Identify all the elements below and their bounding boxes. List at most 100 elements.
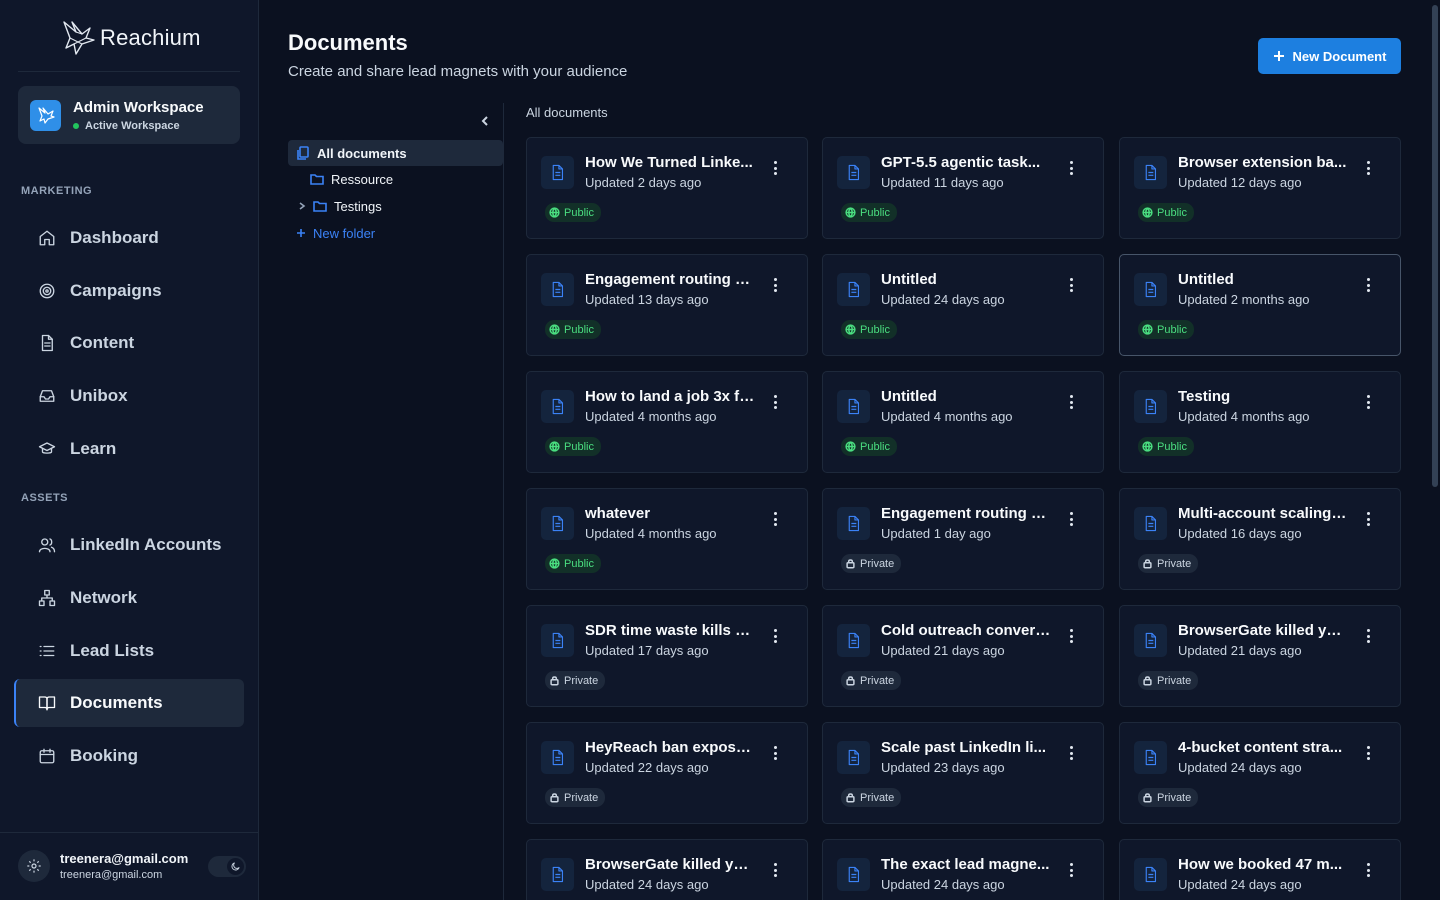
sidebar-item-content[interactable]: Content bbox=[14, 319, 244, 367]
document-card[interactable]: Untitled Updated 4 months ago Public bbox=[822, 371, 1104, 473]
sidebar-item-lead-lists[interactable]: Lead Lists bbox=[14, 627, 244, 675]
document-title: Testing bbox=[1178, 388, 1231, 405]
sidebar-item-unibox[interactable]: Unibox bbox=[14, 372, 244, 420]
document-title: How we booked 47 m... bbox=[1178, 856, 1343, 873]
visibility-badge: Private bbox=[1138, 671, 1199, 690]
visibility-badge: Private bbox=[1138, 788, 1199, 807]
more-options-icon[interactable] bbox=[1063, 159, 1079, 177]
more-options-icon[interactable] bbox=[767, 510, 783, 528]
document-card[interactable]: How we booked 47 m... Updated 24 days ag… bbox=[1119, 839, 1401, 900]
document-card[interactable]: HeyReach ban expose... Updated 22 days a… bbox=[526, 722, 808, 824]
document-icon-wrap bbox=[541, 273, 574, 306]
more-options-icon[interactable] bbox=[1360, 159, 1376, 177]
more-options-icon[interactable] bbox=[767, 393, 783, 411]
sidebar-item-label: LinkedIn Accounts bbox=[70, 535, 222, 554]
sidebar-item-dashboard[interactable]: Dashboard bbox=[14, 214, 244, 262]
more-options-icon[interactable] bbox=[1360, 744, 1376, 762]
more-options-icon[interactable] bbox=[1063, 276, 1079, 294]
more-options-icon[interactable] bbox=[1360, 276, 1376, 294]
document-card[interactable]: Browser extension ba... Updated 12 days … bbox=[1119, 137, 1401, 239]
document-icon bbox=[552, 749, 564, 766]
document-card[interactable]: Multi-account scaling ... Updated 16 day… bbox=[1119, 488, 1401, 590]
workspace-status-text: Active Workspace bbox=[85, 119, 180, 132]
document-icon bbox=[1145, 164, 1157, 181]
brand-logo[interactable]: Reachium bbox=[60, 16, 201, 60]
document-card[interactable]: Untitled Updated 2 months ago Public bbox=[1119, 254, 1401, 356]
document-updated: Updated 24 days ago bbox=[1178, 760, 1302, 775]
new-folder-button[interactable]: New folder bbox=[296, 220, 375, 246]
document-updated: Updated 4 months ago bbox=[881, 409, 1013, 424]
document-card[interactable]: The exact lead magne... Updated 24 days … bbox=[822, 839, 1104, 900]
document-title: BrowserGate killed yo... bbox=[585, 856, 755, 873]
document-card[interactable]: How to land a job 3x fast Updated 4 mont… bbox=[526, 371, 808, 473]
section-label-marketing: MARKETING bbox=[21, 185, 93, 197]
document-card[interactable]: SDR time waste kills pi... Updated 17 da… bbox=[526, 605, 808, 707]
document-card[interactable]: whatever Updated 4 months ago Public bbox=[526, 488, 808, 590]
visibility-label: Public bbox=[860, 440, 890, 453]
more-options-icon[interactable] bbox=[1063, 510, 1079, 528]
collapse-tree-button[interactable] bbox=[478, 114, 492, 128]
network-icon bbox=[38, 589, 56, 607]
sidebar-item-network[interactable]: Network bbox=[14, 574, 244, 622]
scrollbar[interactable] bbox=[1432, 5, 1438, 487]
sidebar-item-learn[interactable]: Learn bbox=[14, 425, 244, 473]
document-icon-wrap bbox=[1134, 624, 1167, 657]
new-document-button[interactable]: New Document bbox=[1258, 38, 1401, 74]
document-card[interactable]: How We Turned Linke... Updated 2 days ag… bbox=[526, 137, 808, 239]
document-card[interactable]: Untitled Updated 24 days ago Public bbox=[822, 254, 1104, 356]
workspace-switcher[interactable]: Admin Workspace Active Workspace bbox=[18, 86, 240, 144]
document-card[interactable]: Scale past LinkedIn li... Updated 23 day… bbox=[822, 722, 1104, 824]
more-options-icon[interactable] bbox=[1360, 627, 1376, 645]
document-card[interactable]: Testing Updated 4 months ago Public bbox=[1119, 371, 1401, 473]
more-options-icon[interactable] bbox=[1063, 627, 1079, 645]
more-options-icon[interactable] bbox=[767, 276, 783, 294]
visibility-badge: Private bbox=[841, 554, 902, 573]
sidebar-item-linkedin-accounts[interactable]: LinkedIn Accounts bbox=[14, 521, 244, 569]
visibility-label: Public bbox=[1157, 440, 1187, 453]
document-card[interactable]: GPT-5.5 agentic task... Updated 11 days … bbox=[822, 137, 1104, 239]
folder-all-documents[interactable]: All documents bbox=[288, 140, 503, 166]
document-title: How We Turned Linke... bbox=[585, 154, 753, 171]
more-options-icon[interactable] bbox=[1360, 861, 1376, 879]
document-card[interactable]: Engagement routing c... Updated 13 days … bbox=[526, 254, 808, 356]
moon-icon bbox=[231, 862, 240, 871]
chevron-right-icon[interactable] bbox=[297, 201, 307, 211]
user-profile[interactable]: treenera@gmail.com treenera@gmail.com bbox=[18, 850, 188, 882]
document-card[interactable]: 4-bucket content stra... Updated 24 days… bbox=[1119, 722, 1401, 824]
more-options-icon[interactable] bbox=[767, 744, 783, 762]
document-card[interactable]: BrowserGate killed yo... Updated 24 days… bbox=[526, 839, 808, 900]
document-icon-wrap bbox=[541, 741, 574, 774]
more-options-icon[interactable] bbox=[767, 159, 783, 177]
settings-avatar[interactable] bbox=[18, 850, 50, 882]
user-email: treenera@gmail.com bbox=[60, 851, 189, 866]
document-card[interactable]: BrowserGate killed yo... Updated 21 days… bbox=[1119, 605, 1401, 707]
more-options-icon[interactable] bbox=[1063, 744, 1079, 762]
visibility-label: Private bbox=[860, 791, 895, 804]
document-updated: Updated 24 days ago bbox=[585, 877, 709, 892]
more-options-icon[interactable] bbox=[1360, 510, 1376, 528]
more-options-icon[interactable] bbox=[1063, 393, 1079, 411]
visibility-label: Public bbox=[564, 557, 594, 570]
folder-testings[interactable]: Testings bbox=[297, 193, 382, 219]
document-card[interactable]: Cold outreach convert... Updated 21 days… bbox=[822, 605, 1104, 707]
more-options-icon[interactable] bbox=[1063, 861, 1079, 879]
theme-toggle[interactable] bbox=[208, 856, 246, 877]
sidebar-item-documents[interactable]: Documents bbox=[14, 679, 244, 727]
more-options-icon[interactable] bbox=[767, 861, 783, 879]
globe-icon bbox=[1142, 441, 1153, 452]
folder-ressource[interactable]: Ressource bbox=[310, 166, 393, 192]
lock-icon bbox=[1143, 676, 1152, 686]
document-icon-wrap bbox=[1134, 156, 1167, 189]
document-icon-wrap bbox=[1134, 273, 1167, 306]
more-options-icon[interactable] bbox=[767, 627, 783, 645]
document-card[interactable]: Engagement routing c... Updated 1 day ag… bbox=[822, 488, 1104, 590]
document-icon-wrap bbox=[837, 741, 870, 774]
sidebar-item-booking[interactable]: Booking bbox=[14, 732, 244, 780]
document-title: 4-bucket content stra... bbox=[1178, 739, 1343, 756]
globe-icon bbox=[1142, 207, 1153, 218]
visibility-label: Public bbox=[860, 323, 890, 336]
document-icon bbox=[1145, 749, 1157, 766]
home-icon bbox=[39, 230, 55, 246]
sidebar-item-campaigns[interactable]: Campaigns bbox=[14, 267, 244, 315]
more-options-icon[interactable] bbox=[1360, 393, 1376, 411]
